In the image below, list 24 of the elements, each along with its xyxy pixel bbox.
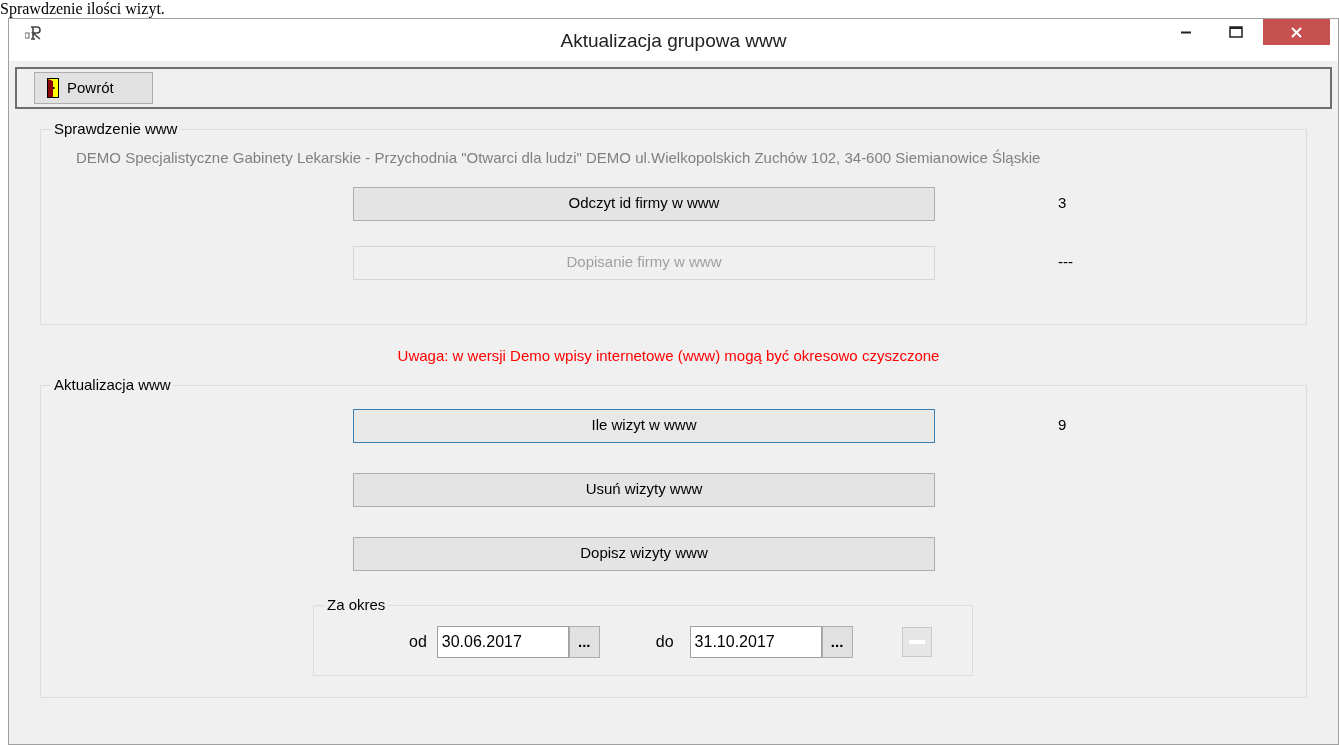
action-button[interactable]: Odczyt id firmy w www [353,186,935,221]
action-button[interactable]: Ile wizyt w www [353,408,935,443]
window-title: Aktualizacja grupowa www [560,29,787,53]
warning-text: Uwaga: w wersji Demo wpisy internetowe (www) mogą być okresowo czyszczone [397,346,940,366]
close-button[interactable] [1263,19,1330,45]
to-label: do [655,632,674,652]
document-heading: Sprawdzenie ilości wizyt. [0,0,165,18]
from-label: od [409,632,427,652]
minimize-icon [1181,30,1191,34]
from-date-field[interactable]: 30.06.2017 [436,626,569,658]
date-picker-button[interactable]: ... [568,626,600,658]
app-logo-icon [25,26,41,40]
result-value: 9 [1058,415,1067,436]
date-picker-button[interactable]: ... [821,626,853,658]
maximize-icon [1229,26,1243,38]
company-info: DEMO Specjalistyczne Gabinety Lekarskie - Przychodnia "Otwarci dla ludzi" DEMO ul.Wielkopolskich Zuchów 102, 34-600 Siemianowice Śląskie [76,148,1042,168]
door-icon [47,78,59,98]
action-button[interactable]: Dopisz wizyty www [353,536,935,571]
close-icon [1291,26,1302,38]
back-button[interactable]: Powrót [34,72,153,104]
to-date-field[interactable]: 31.10.2017 [689,626,822,658]
action-button[interactable]: Usuń wizyty www [353,472,935,507]
result-value: 3 [1058,193,1067,214]
result-value: --- [1058,252,1073,273]
